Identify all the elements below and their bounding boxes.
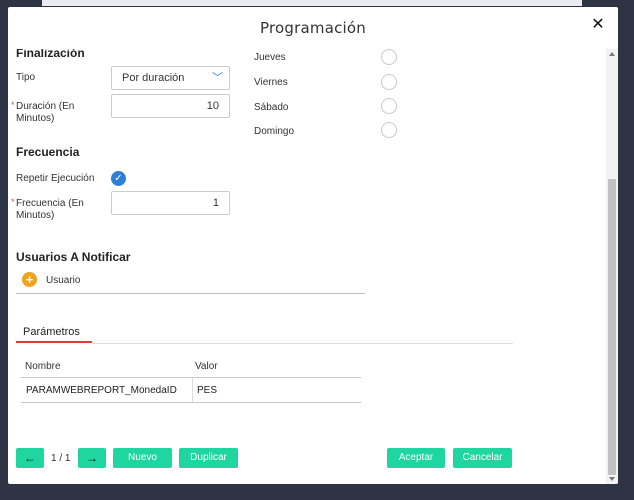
column-header-valor: Valor [195, 361, 218, 372]
nuevo-button[interactable]: Nuevo [113, 448, 172, 468]
close-icon[interactable]: ✕ [590, 16, 606, 32]
repetir-checkbox[interactable]: ✓ [111, 171, 126, 186]
programacion-dialog: Programación ✕ Finalización Tipo Por dur… [8, 7, 618, 484]
dia-radio-jueves[interactable] [381, 49, 397, 65]
repetir-label: Repetir Ejecución [16, 173, 95, 184]
cell-valor: PES [197, 385, 218, 396]
tipo-label: Tipo [16, 72, 36, 83]
dia-label-domingo: Domingo [254, 126, 295, 137]
scrollbar[interactable] [606, 49, 618, 484]
duracion-input[interactable]: 10 [111, 94, 230, 118]
duplicar-button[interactable]: Duplicar [179, 448, 238, 468]
tab-parametros[interactable]: Parámetros [23, 326, 80, 338]
background-window-strip [42, 0, 582, 6]
frecuencia-label-line2: Minutos) [16, 210, 55, 221]
column-header-nombre: Nombre [25, 361, 61, 372]
usuarios-divider [16, 293, 365, 294]
arrow-left-icon[interactable]: ← [16, 448, 44, 468]
chevron-down-icon: ﹀ [212, 72, 223, 84]
scroll-up-icon[interactable] [609, 52, 615, 56]
usuarios-title: Usuarios A Notificar [16, 250, 131, 264]
frecuencia-title: Frecuencia [16, 145, 80, 159]
dia-label-jueves: Jueves [254, 52, 286, 63]
table-row[interactable]: PARAMWEBREPORT_MonedaID PES [21, 378, 361, 402]
aceptar-button[interactable]: Aceptar [387, 448, 445, 468]
frecuencia-input[interactable]: 1 [111, 191, 230, 215]
frecuencia-label-line1: Frecuencia (En [16, 198, 84, 209]
page-indicator: 1 / 1 [51, 453, 71, 464]
cell-separator [192, 378, 193, 402]
tabs-divider [92, 343, 513, 344]
grid-bottom-divider [21, 402, 361, 403]
dia-label-viernes: Viernes [254, 77, 288, 88]
tab-active-indicator [16, 341, 92, 343]
duracion-label: * Duración (En Minutos) [11, 100, 106, 125]
duracion-label-line1: Duración (En [16, 101, 75, 112]
add-user-icon[interactable]: + [22, 272, 37, 287]
add-user-label[interactable]: Usuario [46, 275, 80, 287]
scroll-down-icon[interactable] [609, 477, 615, 481]
tipo-select[interactable]: Por duración ﹀ [111, 66, 230, 90]
dialog-content: Finalización Tipo Por duración ﹀ * Durac… [8, 49, 606, 484]
dia-radio-sabado[interactable] [381, 98, 397, 114]
frecuencia-label: * Frecuencia (En Minutos) [11, 197, 106, 222]
dialog-title: Programación [260, 19, 366, 37]
arrow-right-icon[interactable]: → [78, 448, 106, 468]
dia-label-sabado: Sábado [254, 102, 289, 113]
required-mark: * [11, 197, 15, 207]
tipo-select-value: Por duración [122, 72, 185, 84]
duracion-label-line2: Minutos) [16, 113, 55, 124]
dia-radio-viernes[interactable] [381, 74, 397, 90]
cell-nombre: PARAMWEBREPORT_MonedaID [26, 385, 177, 396]
dia-radio-domingo[interactable] [381, 122, 397, 138]
cancelar-button[interactable]: Cancelar [453, 448, 512, 468]
finalizacion-title: Finalización [16, 49, 85, 60]
required-mark: * [11, 100, 15, 110]
scrollbar-thumb[interactable] [608, 179, 616, 475]
